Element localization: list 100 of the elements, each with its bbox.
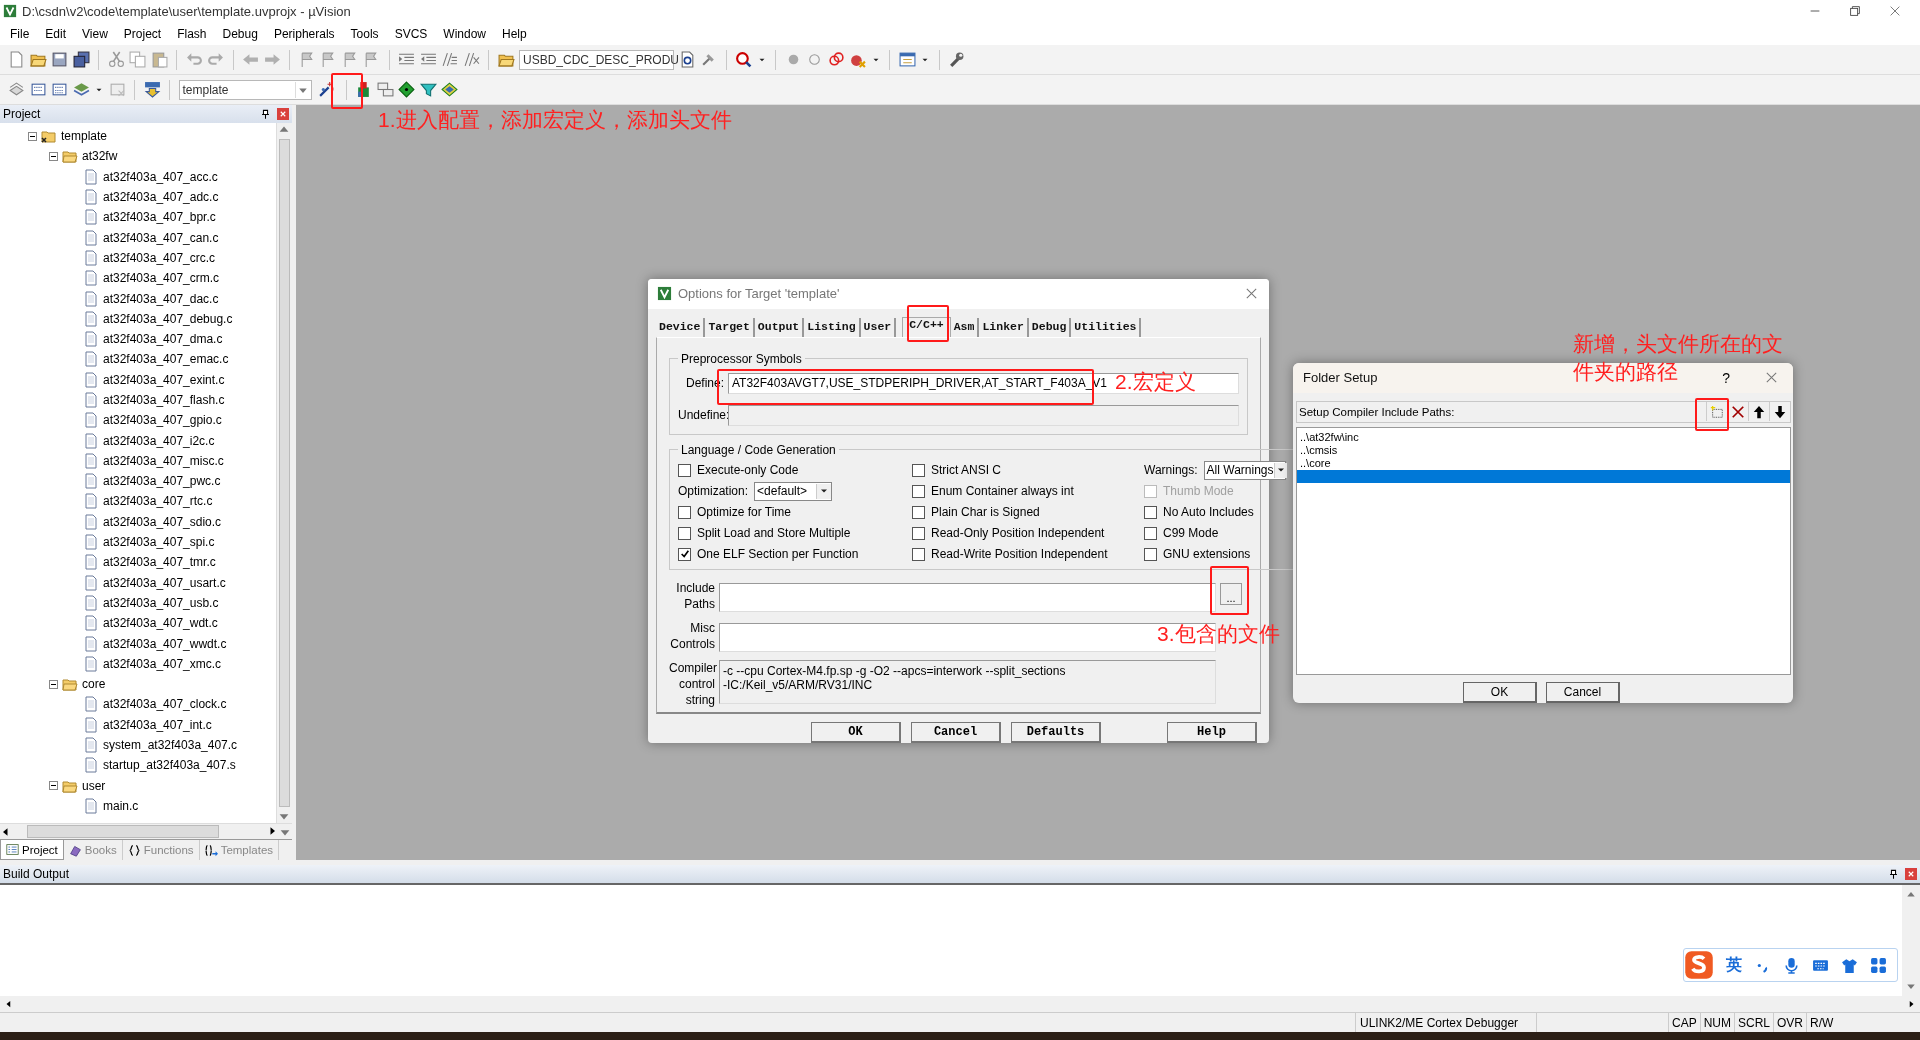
- dialog-tab[interactable]: Target: [705, 317, 755, 337]
- close-icon[interactable]: [277, 108, 289, 120]
- tree-item[interactable]: at32f403a_407_xmc.c: [103, 656, 222, 671]
- save-all-icon[interactable]: [72, 51, 90, 68]
- panel-tab[interactable]: Project: [0, 840, 64, 860]
- cut-icon[interactable]: [107, 51, 125, 68]
- wrench-icon[interactable]: [948, 51, 965, 68]
- checkbox[interactable]: [678, 463, 691, 477]
- menu-item[interactable]: File: [2, 24, 38, 43]
- list-item[interactable]: ..\cmsis: [1297, 443, 1790, 457]
- tree-item[interactable]: at32f403a_407_adc.c: [103, 190, 219, 205]
- tree-item[interactable]: at32f403a_407_clock.c: [103, 697, 227, 712]
- checkbox[interactable]: [1144, 547, 1157, 561]
- delete-icon[interactable]: [1731, 404, 1745, 419]
- scrollbar[interactable]: [0, 823, 292, 839]
- tree-item[interactable]: startup_at32f403a_407.s: [103, 758, 236, 773]
- funnel-icon[interactable]: [419, 81, 437, 98]
- checkbox[interactable]: [678, 526, 691, 540]
- include-paths-field[interactable]: [719, 582, 1216, 612]
- tree-item[interactable]: at32f403a_407_dma.c: [103, 332, 223, 347]
- tree-item[interactable]: template: [61, 129, 108, 144]
- tree-item[interactable]: at32f403a_407_i2c.c: [103, 433, 215, 448]
- save-icon[interactable]: [51, 51, 68, 68]
- misc-controls-field[interactable]: [719, 622, 1216, 652]
- restore-icon[interactable]: [1848, 4, 1862, 18]
- tree-item[interactable]: system_at32f403a_407.c: [103, 738, 238, 753]
- tree-item[interactable]: at32f403a_407_sdio.c: [103, 514, 222, 529]
- tree-item[interactable]: at32f403a_407_flash.c: [103, 393, 225, 407]
- dialog-tab[interactable]: Utilities: [1071, 317, 1142, 337]
- list-item[interactable]: ..\core: [1297, 456, 1790, 470]
- collapse-icon[interactable]: [28, 131, 37, 141]
- checkbox[interactable]: [1144, 505, 1157, 519]
- tree-item[interactable]: at32f403a_407_crc.c: [103, 250, 216, 265]
- menu-item[interactable]: SVCS: [386, 24, 436, 43]
- tree-item[interactable]: at32f403a_407_acc.c: [103, 169, 218, 184]
- build-icon[interactable]: [29, 81, 47, 98]
- checkbox[interactable]: [1144, 526, 1157, 540]
- microphone-icon[interactable]: [1783, 956, 1800, 974]
- tree-item[interactable]: at32f403a_407_misc.c: [103, 453, 224, 468]
- dialog-button[interactable]: Defaults: [1011, 722, 1101, 743]
- dialog-tab[interactable]: C/C++: [902, 316, 951, 337]
- list-item[interactable]: [1297, 469, 1790, 483]
- dialog-tab[interactable]: Asm: [950, 317, 980, 337]
- comment-icon[interactable]: [441, 51, 458, 68]
- collapse-icon[interactable]: [49, 679, 58, 689]
- flag-icon[interactable]: [363, 51, 380, 68]
- menu-item[interactable]: Flash: [169, 24, 215, 43]
- search-icon[interactable]: [735, 51, 752, 68]
- tree-item[interactable]: at32f403a_407_tmr.c: [103, 555, 216, 570]
- tree-item[interactable]: main.c: [103, 798, 139, 813]
- menu-item[interactable]: Window: [435, 24, 494, 43]
- menu-item[interactable]: Debug: [214, 24, 266, 43]
- rebuild-icon[interactable]: [51, 81, 68, 98]
- uncomment-icon[interactable]: [462, 51, 480, 68]
- checkbox[interactable]: [912, 484, 925, 498]
- help-button[interactable]: ?: [1722, 369, 1730, 386]
- menu-item[interactable]: Project: [115, 24, 170, 43]
- menu-item[interactable]: Peripherals: [265, 24, 343, 43]
- move-up-icon[interactable]: [1752, 404, 1766, 419]
- paste-icon[interactable]: [150, 51, 168, 68]
- components-icon[interactable]: [355, 81, 372, 98]
- grid-icon[interactable]: [1870, 956, 1887, 974]
- menu-item[interactable]: View: [74, 24, 116, 43]
- tree-item[interactable]: at32f403a_407_spi.c: [103, 535, 215, 550]
- checkbox[interactable]: [678, 547, 691, 561]
- checkbox[interactable]: [912, 505, 925, 519]
- stack-icon[interactable]: [72, 81, 90, 98]
- dropdown[interactable]: All Warnings: [1203, 460, 1286, 480]
- download-icon[interactable]: [143, 81, 161, 98]
- menu-item[interactable]: Tools: [342, 24, 387, 43]
- tree-item[interactable]: at32f403a_407_gpio.c: [103, 413, 222, 428]
- undefine-field[interactable]: [728, 404, 1239, 426]
- dialog-button[interactable]: Help: [1167, 722, 1257, 743]
- dialog-button[interactable]: Cancel: [1546, 682, 1620, 703]
- pin-icon[interactable]: [1888, 868, 1899, 880]
- tree-item[interactable]: at32f403a_407_exint.c: [103, 372, 225, 387]
- target-dropdown[interactable]: template: [178, 79, 312, 100]
- dialog-tab[interactable]: Device: [656, 317, 706, 337]
- collapse-icon[interactable]: [49, 781, 58, 791]
- menu-item[interactable]: Edit: [37, 24, 75, 43]
- tree-item[interactable]: user: [82, 778, 106, 793]
- tree-item[interactable]: at32f403a_407_int.c: [103, 717, 212, 732]
- flag-icon[interactable]: [320, 51, 337, 68]
- pack-icon[interactable]: [441, 81, 458, 98]
- translate-icon[interactable]: [8, 81, 25, 98]
- sogou-logo-icon[interactable]: [1684, 950, 1714, 980]
- tree-item[interactable]: at32f403a_407_bpr.c: [103, 210, 216, 225]
- checkbox[interactable]: [912, 526, 925, 540]
- window-layout-icon[interactable]: [898, 51, 916, 68]
- tree-item[interactable]: at32f403a_407_wwdt.c: [103, 636, 227, 651]
- new-folder-icon[interactable]: [1710, 404, 1724, 419]
- tree-item[interactable]: at32f403a_407_pwc.c: [103, 474, 221, 489]
- rings-icon[interactable]: [827, 51, 845, 68]
- list-item[interactable]: ..\at32fw\inc: [1297, 430, 1790, 444]
- browse-button[interactable]: ...: [1220, 582, 1242, 605]
- shirt-icon[interactable]: [1841, 956, 1858, 974]
- magic-wand-icon[interactable]: [318, 81, 335, 98]
- tree-item[interactable]: core: [82, 677, 106, 692]
- collapse-icon[interactable]: [49, 151, 58, 161]
- dialog-button[interactable]: OK: [1463, 682, 1537, 703]
